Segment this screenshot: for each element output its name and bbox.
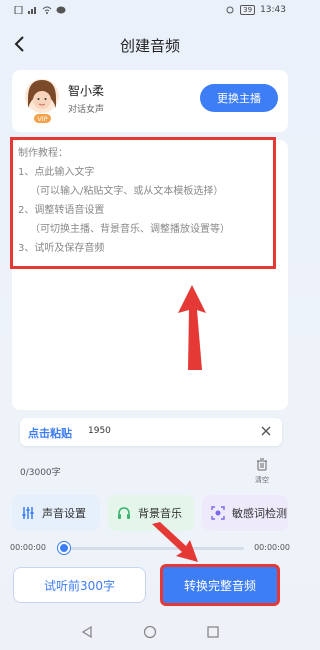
host-card: VIP 智小柔 对话女声 更换主播 — [12, 70, 288, 132]
music-icon — [118, 507, 130, 519]
clear-button[interactable]: 清空 — [252, 456, 272, 485]
sliders-icon — [22, 507, 34, 519]
battery-indicator: 39 — [240, 5, 256, 15]
preview-button[interactable]: 试听前300字 — [13, 567, 146, 603]
wifi-icon — [42, 6, 52, 14]
tool-label: 声音设置 — [42, 507, 86, 520]
chat-icon — [56, 6, 66, 14]
host-name: 智小柔 — [68, 84, 105, 98]
trash-icon — [257, 458, 267, 471]
scan-icon — [211, 506, 225, 520]
clipboard-preview: 1950 — [88, 426, 111, 436]
top-bar: 创建音频 — [0, 28, 300, 64]
close-icon[interactable] — [260, 425, 272, 437]
sensitive-word-check-button[interactable]: 敏感词检测 — [202, 495, 288, 531]
annotation-arrow-down-icon — [152, 522, 198, 562]
total-time: 00:00:00 — [254, 543, 290, 552]
nav-recents-icon[interactable] — [206, 625, 220, 639]
clock: 13:43 — [260, 5, 286, 15]
host-description: 对话女声 — [68, 105, 105, 115]
system-nav-bar — [0, 615, 300, 650]
sim-icon — [14, 6, 23, 14]
paste-bar: 点击粘贴 1950 — [20, 418, 282, 446]
annotation-arrow-up-icon — [178, 285, 206, 370]
host-avatar: VIP — [25, 79, 59, 123]
vip-badge: VIP — [37, 115, 47, 123]
convert-full-audio-button[interactable]: 转换完整音频 — [160, 564, 280, 606]
tool-label: 敏感词检测 — [232, 507, 287, 520]
progress-knob[interactable] — [58, 542, 70, 554]
annotation-highlight-box — [10, 137, 276, 269]
paste-button[interactable]: 点击粘贴 — [28, 425, 72, 441]
ring-icon — [226, 6, 234, 14]
change-host-button[interactable]: 更换主播 — [200, 84, 278, 112]
current-time: 00:00:00 — [10, 543, 46, 552]
clear-label: 清空 — [255, 476, 269, 484]
nav-home-icon[interactable] — [143, 625, 157, 639]
char-counter: 0/3000字 — [20, 468, 61, 478]
nav-back-icon[interactable] — [80, 625, 94, 639]
tool-label: 背景音乐 — [138, 507, 182, 520]
page-title: 创建音频 — [119, 37, 180, 55]
status-bar: 39 13:43 — [0, 0, 300, 24]
signal-icon — [28, 7, 36, 14]
status-left — [14, 6, 66, 14]
sound-settings-button[interactable]: 声音设置 — [12, 495, 100, 531]
